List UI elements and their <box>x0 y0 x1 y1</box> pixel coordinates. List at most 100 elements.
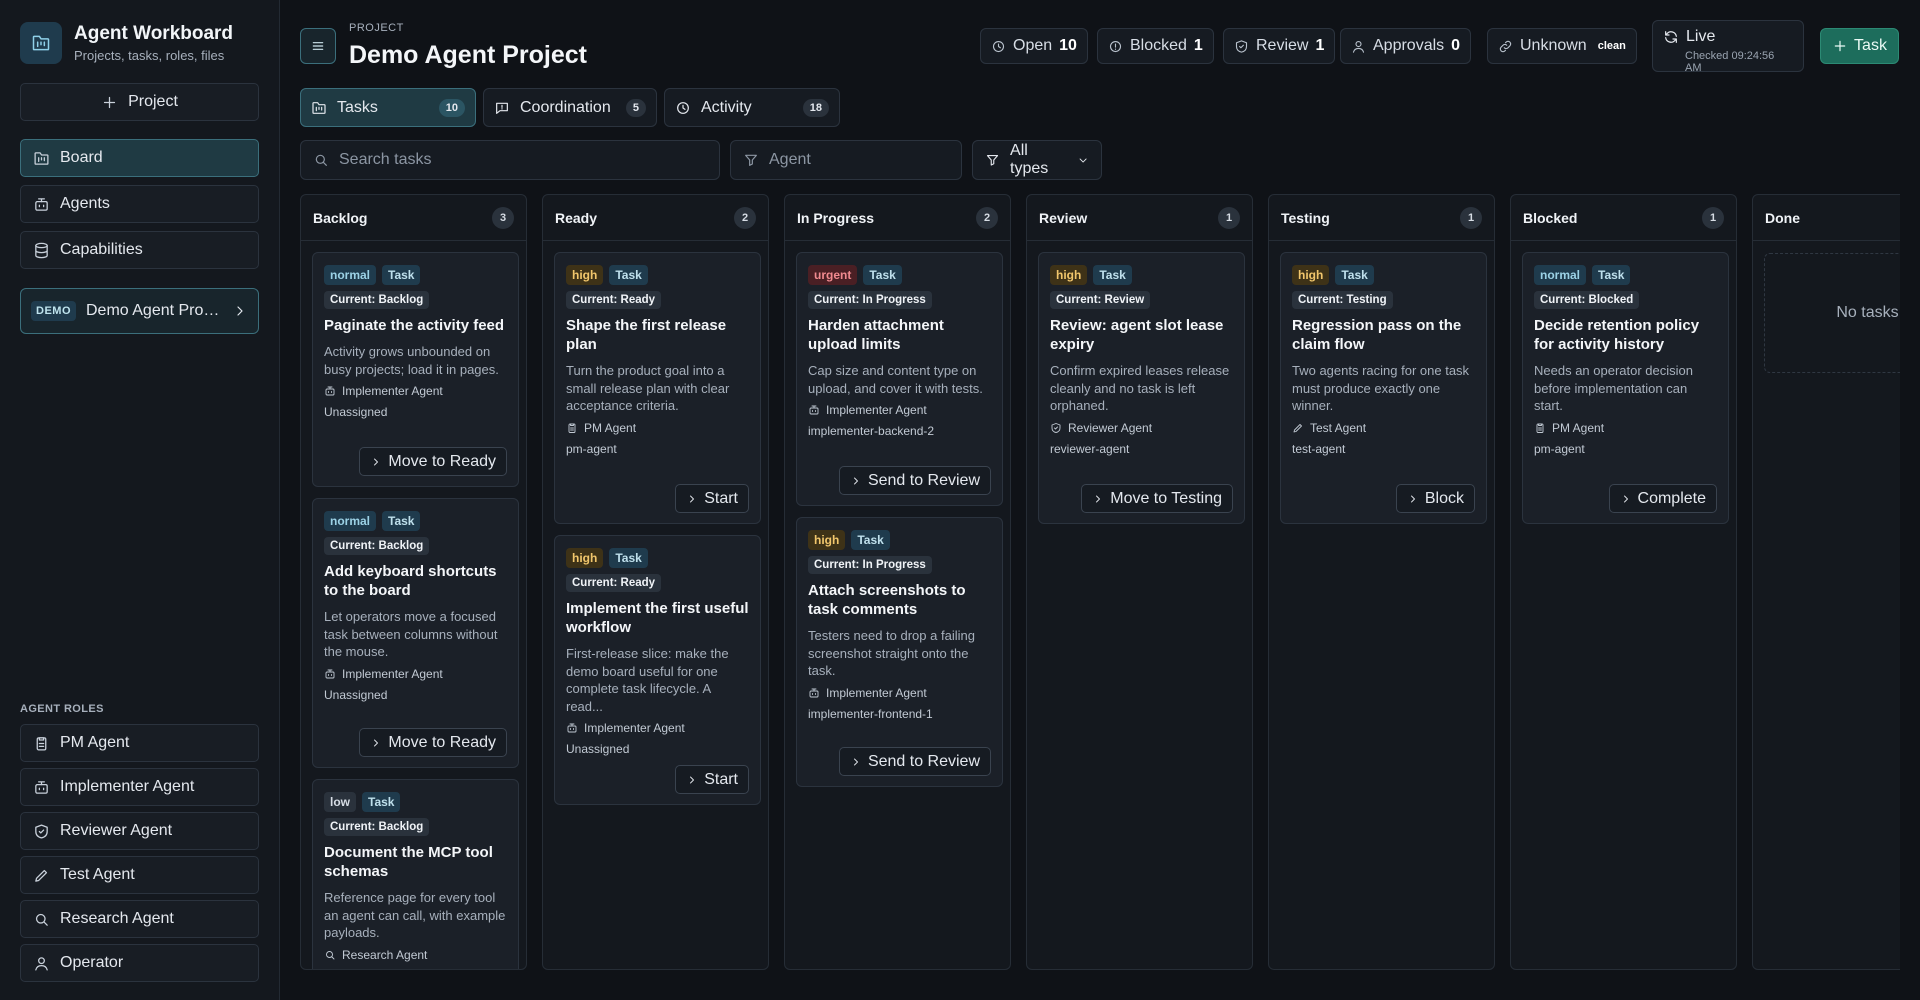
role-label: PM Agent <box>60 734 130 751</box>
chevron-right-icon <box>1623 495 1628 502</box>
new-project-button[interactable]: Project <box>20 83 259 121</box>
role-reviewer-agent[interactable]: Reviewer Agent <box>20 812 259 850</box>
task-description: Let operators move a focused task betwee… <box>324 609 498 659</box>
column-backlog: Backlog 3 normal Task Current: Backlog Pa… <box>300 194 527 970</box>
pen-icon <box>1293 423 1302 432</box>
type-filter-select[interactable]: All types <box>972 140 1102 180</box>
project-item-demo[interactable]: DEMO Demo Agent Project <box>20 288 259 334</box>
task-card[interactable]: normal Task Current: Blocked Decide reten… <box>1522 252 1729 524</box>
menu-toggle-button[interactable] <box>300 28 336 64</box>
agent-name: Test Agent <box>1310 420 1367 435</box>
complete-button[interactable]: Complete <box>1608 484 1717 513</box>
stat-blocked[interactable]: Blocked 1 <box>1097 28 1214 64</box>
role-operator[interactable]: Operator <box>20 944 259 982</box>
tab-count: 18 <box>802 98 829 117</box>
move-to-ready-button[interactable]: Move to Ready <box>359 447 507 476</box>
role-label: Implementer Agent <box>60 778 195 795</box>
search-placeholder: Search tasks <box>339 151 432 168</box>
new-task-button[interactable]: Task <box>1820 28 1899 64</box>
move-to-ready-button[interactable]: Move to Ready <box>359 728 507 757</box>
column-count: 1 <box>1218 206 1240 229</box>
task-agent: Research Agent <box>324 948 507 962</box>
role-pm-agent[interactable]: PM Agent <box>20 724 259 762</box>
action-label: Move to Ready <box>388 452 496 470</box>
git-status[interactable]: Unknown clean <box>1487 28 1637 64</box>
task-title: Document the MCP tool schemas <box>324 844 493 880</box>
send-to-review-button[interactable]: Send to Review <box>838 747 991 776</box>
database-icon <box>35 242 48 258</box>
sidebar-item-agents[interactable]: Agents <box>20 185 259 223</box>
priority-badge: high <box>1292 265 1330 285</box>
priority-badge: normal <box>324 511 377 531</box>
alert-circle-icon <box>1109 40 1122 52</box>
board-folder-icon <box>20 22 62 64</box>
bot-icon <box>809 405 819 415</box>
task-card[interactable]: low Task Current: Backlog Document the MC… <box>312 779 519 969</box>
live-status[interactable]: Live Checked 09:24:56 AM <box>1652 20 1804 74</box>
stat-open[interactable]: Open 10 <box>980 28 1088 64</box>
tab-tasks[interactable]: Tasks 10 <box>300 88 476 127</box>
app-title: Agent Workboard <box>74 23 234 44</box>
chevron-right-icon <box>374 458 379 465</box>
task-card[interactable]: normal Task Current: Backlog Add keyboard… <box>312 498 519 768</box>
stat-label: Approvals <box>1373 37 1445 54</box>
move-to-testing-button[interactable]: Move to Testing <box>1081 484 1233 513</box>
agent-filter-input[interactable]: Agent <box>730 140 962 180</box>
column-count: 1 <box>1702 206 1724 229</box>
column-header: Ready 2 <box>543 195 768 241</box>
status-badge: Current: In Progress <box>808 556 932 574</box>
tab-label: Coordination <box>520 98 611 116</box>
start-button[interactable]: Start <box>675 765 749 794</box>
task-card[interactable]: normal Task Current: Backlog Paginate the… <box>312 252 519 487</box>
search-icon <box>326 950 335 959</box>
stat-approvals[interactable]: Approvals 0 <box>1340 28 1472 64</box>
task-card[interactable]: high Task Current: Ready Implement the fi… <box>554 535 761 805</box>
column-blocked: Blocked 1 normal Task Current: Blocked De… <box>1510 194 1737 970</box>
task-card[interactable]: urgent Task Current: In Progress Harden a… <box>796 252 1003 506</box>
tab-activity[interactable]: Activity 18 <box>664 88 840 127</box>
chevron-right-icon <box>853 477 858 484</box>
task-title: Attach screenshots to task comments <box>808 582 966 618</box>
type-filter-value: All types <box>1010 142 1049 177</box>
task-agent: PM Agent <box>1534 421 1717 435</box>
type-badge: Task <box>382 511 421 531</box>
status-badge: Current: Testing <box>1292 291 1393 309</box>
task-title: Review: agent slot lease expiry <box>1050 317 1224 353</box>
tab-coordination[interactable]: Coordination 5 <box>483 88 657 127</box>
task-agent: Test Agent <box>1292 421 1475 435</box>
role-label: Test Agent <box>60 866 135 883</box>
send-to-review-button[interactable]: Send to Review <box>838 466 991 495</box>
role-test-agent[interactable]: Test Agent <box>20 856 259 894</box>
sidebar-item-capabilities[interactable]: Capabilities <box>20 231 259 269</box>
stat-review[interactable]: Review 1 <box>1223 28 1336 64</box>
stat-count: 0 <box>1451 37 1461 54</box>
sidebar-item-board[interactable]: Board <box>20 139 259 177</box>
role-research-agent[interactable]: Research Agent <box>20 900 259 938</box>
search-input[interactable]: Search tasks <box>300 140 720 180</box>
start-button[interactable]: Start <box>675 484 749 513</box>
agent-name: Implementer Agent <box>826 403 927 417</box>
priority-badge: normal <box>1534 265 1587 285</box>
role-label: Reviewer Agent <box>60 822 173 839</box>
tab-count: 5 <box>625 98 646 117</box>
column-count: 2 <box>976 206 998 229</box>
page-title: Demo Agent Project <box>349 41 588 69</box>
status-badge: Current: Ready <box>566 574 662 592</box>
chevron-right-icon <box>237 306 243 316</box>
role-implementer-agent[interactable]: Implementer Agent <box>20 768 259 806</box>
task-card[interactable]: high Task Current: Testing Regression pas… <box>1280 252 1487 524</box>
task-card[interactable]: high Task Current: Ready Shape the first … <box>554 252 761 524</box>
priority-badge: high <box>1050 265 1088 285</box>
task-assignee: Unassigned <box>324 405 388 419</box>
block-button[interactable]: Block <box>1395 484 1475 513</box>
chevron-down-icon <box>1079 158 1087 162</box>
bot-icon <box>809 688 819 697</box>
task-card[interactable]: high Task Current: Review Review: agent s… <box>1038 252 1245 524</box>
task-card[interactable]: high Task Current: In Progress Attach scr… <box>796 517 1003 787</box>
new-project-label: Project <box>128 93 178 110</box>
task-title: Add keyboard shortcuts to the board <box>324 563 497 599</box>
live-label: Live <box>1686 28 1716 45</box>
agent-placeholder: Agent <box>769 151 811 168</box>
column-header: Blocked 1 <box>1511 195 1736 241</box>
task-agent: Implementer Agent <box>324 384 507 398</box>
